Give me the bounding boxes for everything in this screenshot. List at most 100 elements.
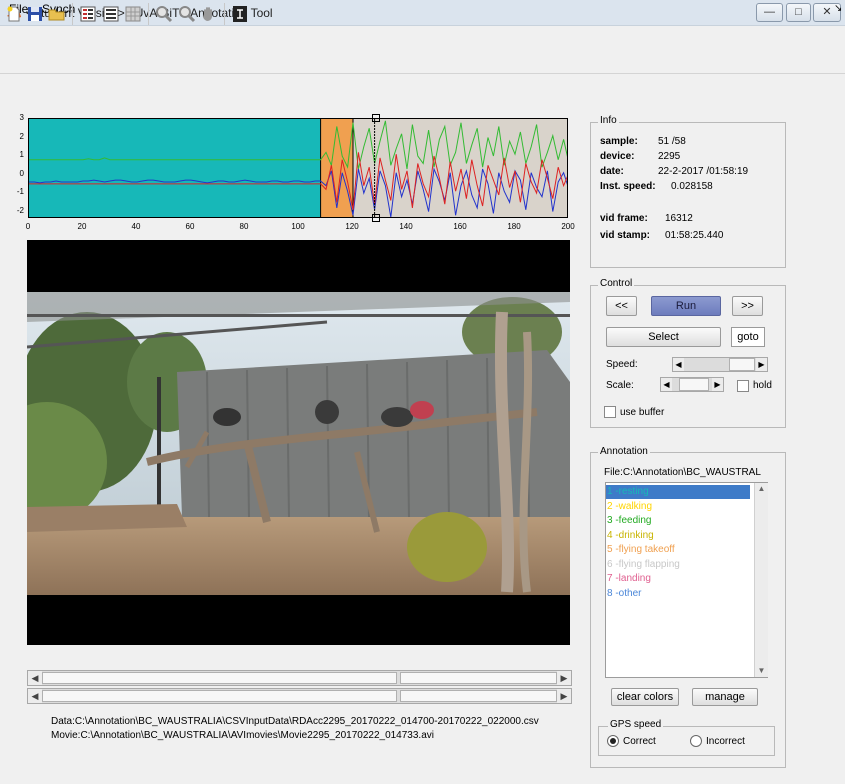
scale-label: Scale: xyxy=(606,380,634,391)
scale-left-arrow-icon[interactable]: ◀ xyxy=(661,378,672,391)
slider-left-arrow-icon[interactable]: ◀ xyxy=(28,671,42,685)
device-value: 2295 xyxy=(658,151,681,162)
hold-checkbox[interactable] xyxy=(737,380,749,392)
zoom-out-icon[interactable] xyxy=(177,4,197,24)
x-tick-label: 80 xyxy=(239,222,249,231)
annotation-item[interactable]: 5 -flying takeoff xyxy=(606,543,750,557)
next-button[interactable]: >> xyxy=(732,296,763,316)
device-label: device: xyxy=(600,151,635,162)
use-buffer-checkbox[interactable] xyxy=(604,406,616,418)
scale-right-arrow-icon[interactable]: ▶ xyxy=(712,378,723,391)
prev-button[interactable]: << xyxy=(606,296,637,316)
hold-label: hold xyxy=(753,380,772,391)
speed-left-arrow-icon[interactable]: ◀ xyxy=(673,358,684,371)
scroll-up-icon[interactable]: ▲ xyxy=(755,483,768,495)
slider-left-arrow-icon[interactable]: ◀ xyxy=(28,689,42,703)
control-panel-title: Control xyxy=(598,278,635,289)
annotation-list-scrollbar[interactable]: ▲ ▼ xyxy=(754,483,768,677)
movie-file-path: Movie:C:\Annotation\BC_WAUSTRALIA\AVImov… xyxy=(51,730,434,741)
time-slider[interactable]: ◀ ▶ xyxy=(27,670,572,686)
annotation-item[interactable]: 4 -drinking xyxy=(606,529,750,543)
menu-bar xyxy=(0,26,845,46)
speed-label: Speed: xyxy=(606,359,638,370)
data-cursor-icon[interactable] xyxy=(230,4,250,24)
slider-thumb[interactable] xyxy=(400,672,557,684)
zoom-in-icon[interactable] xyxy=(154,4,174,24)
scale-slider-thumb[interactable] xyxy=(679,378,709,391)
slider-right-arrow-icon[interactable]: ▶ xyxy=(557,689,571,703)
cursor-bottom-handle[interactable] xyxy=(372,214,380,222)
scroll-down-icon[interactable]: ▼ xyxy=(755,665,768,677)
y-tick-label: -2 xyxy=(16,205,24,215)
gps-incorrect-radio[interactable] xyxy=(690,735,702,747)
label-region xyxy=(29,119,321,217)
grid-icon[interactable] xyxy=(123,4,143,24)
maximize-button[interactable]: □ xyxy=(786,3,811,22)
gps-correct-radio[interactable] xyxy=(607,735,619,747)
goto-input[interactable]: goto xyxy=(731,327,765,347)
clear-colors-button[interactable]: clear colors xyxy=(611,688,679,706)
open-folder-icon[interactable] xyxy=(47,4,67,24)
cursor-top-handle[interactable] xyxy=(372,114,380,122)
x-tick-label: 160 xyxy=(453,222,467,231)
slider-right-arrow-icon[interactable]: ▶ xyxy=(557,671,571,685)
vid-stamp-label: vid stamp: xyxy=(600,230,651,241)
annotation-item[interactable]: 7 -landing xyxy=(606,572,750,586)
gps-correct-label: Correct xyxy=(623,736,656,747)
vid-frame-label: vid frame: xyxy=(600,213,648,224)
plot-canvas[interactable] xyxy=(29,119,568,218)
annotation-panel-title: Annotation xyxy=(598,446,650,457)
save-icon[interactable] xyxy=(25,4,45,24)
list-icon[interactable] xyxy=(101,4,121,24)
x-tick-label: 180 xyxy=(507,222,521,231)
video-frame-image xyxy=(0,292,570,595)
sample-label: sample: xyxy=(600,136,638,147)
pan-hand-icon[interactable] xyxy=(199,4,219,24)
date-label: date: xyxy=(600,166,624,177)
x-tick-label: 140 xyxy=(399,222,413,231)
annotation-item[interactable]: 8 -other xyxy=(606,587,750,601)
video-slider[interactable]: ◀ ▶ xyxy=(27,688,572,704)
toolbar-separator xyxy=(224,3,225,25)
acceleration-plot[interactable] xyxy=(28,118,568,218)
y-tick-label: 2 xyxy=(19,131,24,141)
x-tick-label: 200 xyxy=(561,222,575,231)
gps-speed-title: GPS speed xyxy=(608,719,664,730)
table-icon[interactable] xyxy=(78,4,98,24)
speed-right-arrow-icon[interactable]: ▶ xyxy=(756,358,767,371)
run-button[interactable]: Run xyxy=(651,296,721,316)
dock-arrow-icon[interactable]: ↘ xyxy=(834,3,842,14)
info-panel-title: Info xyxy=(598,115,619,126)
x-tick-label: 100 xyxy=(291,222,305,231)
annotation-item[interactable]: 2 -walking xyxy=(606,500,750,514)
x-tick-label: 120 xyxy=(345,222,359,231)
inst-speed-value: 0.028158 xyxy=(671,181,713,192)
x-tick-label: 60 xyxy=(185,222,195,231)
annotation-item[interactable]: 1 -resting xyxy=(606,485,750,499)
slider-track-left[interactable] xyxy=(42,672,397,684)
slider-thumb[interactable] xyxy=(400,690,557,702)
new-file-icon[interactable] xyxy=(4,4,24,24)
speed-slider-thumb[interactable] xyxy=(729,358,755,371)
label-region xyxy=(353,119,567,217)
gps-incorrect-label: Incorrect xyxy=(706,736,745,747)
toolbar-separator xyxy=(148,3,149,25)
annotation-item[interactable]: 6 -flying flapping xyxy=(606,558,750,572)
speed-slider[interactable]: ◀ ▶ xyxy=(672,357,768,372)
annotation-list[interactable]: 1 -resting 2 -walking 3 -feeding 4 -drinkin… xyxy=(605,482,768,678)
sample-value: 51 /58 xyxy=(658,136,686,147)
toolbar xyxy=(0,46,845,74)
x-tick-label: 20 xyxy=(77,222,87,231)
annotation-item[interactable]: 3 -feeding xyxy=(606,514,750,528)
select-button[interactable]: Select xyxy=(606,327,721,347)
toolbar-separator xyxy=(72,3,73,25)
y-tick-label: 0 xyxy=(19,168,24,178)
scale-slider[interactable]: ◀ ▶ xyxy=(660,377,724,392)
y-tick-label: 3 xyxy=(19,113,24,122)
use-buffer-label: use buffer xyxy=(620,407,665,418)
inst-speed-label: Inst. speed: xyxy=(600,181,656,192)
minimize-button[interactable]: — xyxy=(756,3,783,22)
manage-button[interactable]: manage xyxy=(692,688,758,706)
slider-track-left[interactable] xyxy=(42,690,397,702)
date-value: 22-2-2017 /01:58:19 xyxy=(658,166,749,177)
